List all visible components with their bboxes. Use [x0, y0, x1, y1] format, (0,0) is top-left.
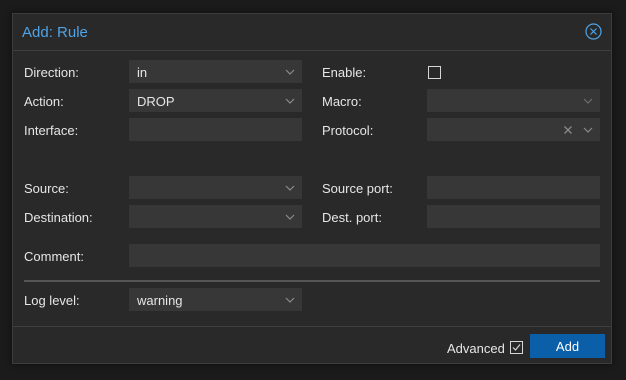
close-icon[interactable]	[585, 23, 602, 40]
interface-input[interactable]	[129, 118, 302, 141]
chevron-down-icon[interactable]	[285, 212, 295, 222]
enable-label: Enable:	[322, 65, 367, 80]
source-label: Source:	[24, 181, 69, 196]
chevron-down-icon[interactable]	[285, 96, 295, 106]
comment-input[interactable]	[129, 244, 600, 267]
add-rule-dialog: Add: Rule Direction: in Action: DROP Int…	[12, 13, 612, 364]
protocol-select[interactable]	[427, 118, 600, 141]
action-select[interactable]: DROP	[129, 89, 302, 112]
destination-label: Destination:	[24, 210, 93, 225]
dialog-titlebar: Add: Rule	[13, 14, 611, 51]
dest-port-label: Dest. port:	[322, 210, 382, 225]
chevron-down-icon[interactable]	[285, 295, 295, 305]
macro-label: Macro:	[322, 94, 362, 109]
comment-label: Comment:	[24, 249, 84, 264]
clear-icon[interactable]	[563, 125, 573, 135]
dialog-title: Add: Rule	[22, 24, 88, 41]
add-button[interactable]: Add	[530, 334, 605, 358]
chevron-down-icon[interactable]	[285, 183, 295, 193]
direction-label: Direction:	[24, 65, 79, 80]
source-port-input[interactable]	[427, 176, 600, 199]
chevron-down-icon[interactable]	[583, 96, 593, 106]
dest-port-input[interactable]	[427, 205, 600, 228]
chevron-down-icon[interactable]	[583, 125, 593, 135]
protocol-label: Protocol:	[322, 123, 374, 138]
advanced-checkbox[interactable]	[510, 341, 523, 354]
interface-label: Interface:	[24, 123, 79, 138]
log-level-label: Log level:	[24, 293, 80, 308]
action-label: Action:	[24, 94, 64, 109]
chevron-down-icon[interactable]	[285, 67, 295, 77]
destination-select[interactable]	[129, 205, 302, 228]
enable-checkbox[interactable]	[428, 66, 441, 79]
direction-select[interactable]: in	[129, 60, 302, 83]
macro-select[interactable]	[427, 89, 600, 112]
source-port-label: Source port:	[322, 181, 393, 196]
direction-value: in	[137, 65, 148, 80]
action-value: DROP	[137, 94, 175, 109]
log-level-select[interactable]: warning	[129, 288, 302, 311]
source-select[interactable]	[129, 176, 302, 199]
section-divider	[24, 280, 600, 282]
advanced-label: Advanced	[447, 341, 505, 356]
dialog-footer: Advanced Add	[13, 326, 611, 365]
log-level-value: warning	[137, 293, 183, 308]
